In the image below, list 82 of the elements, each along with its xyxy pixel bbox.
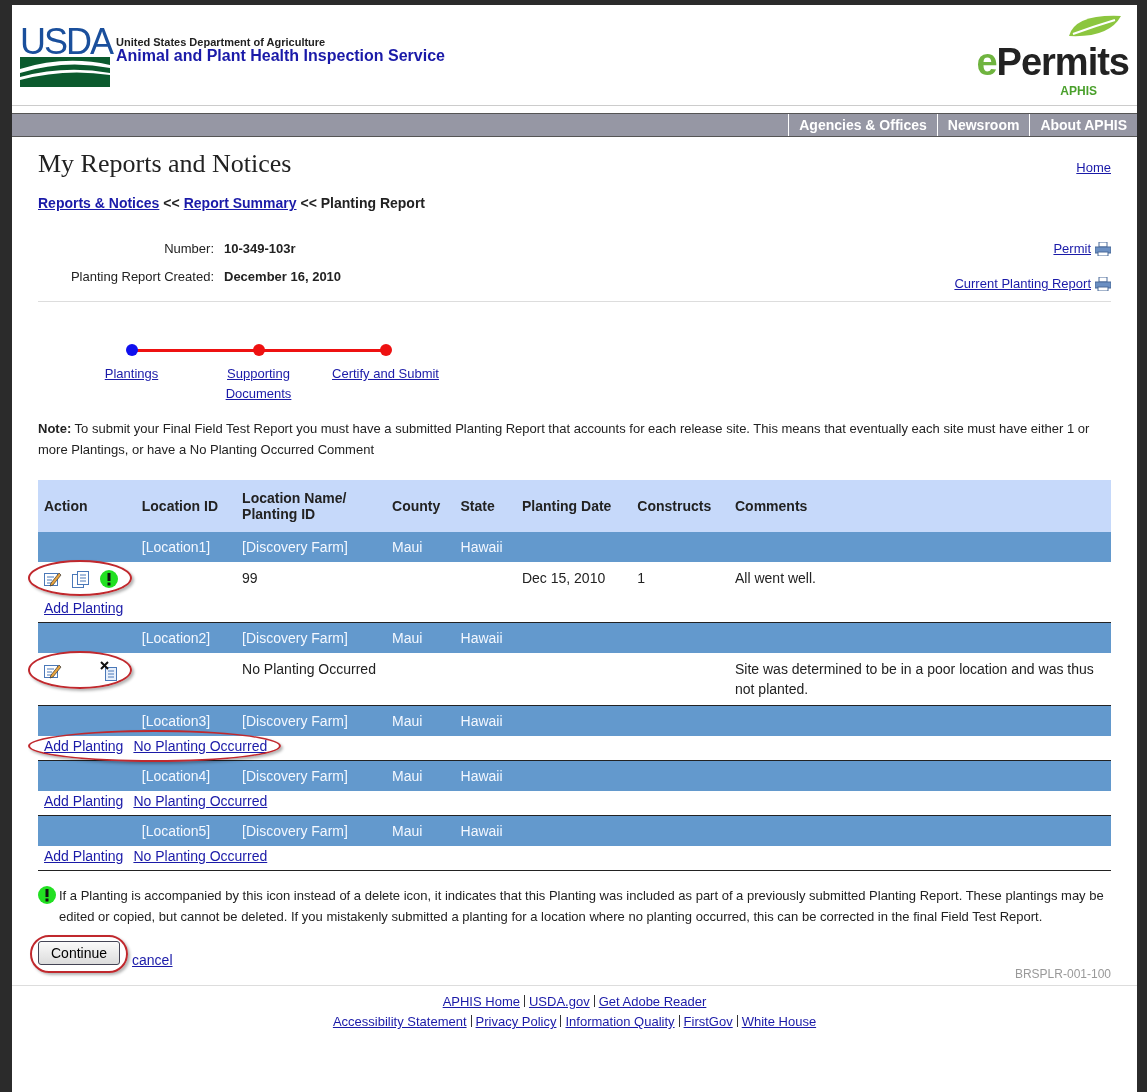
home-link[interactable]: Home	[1076, 160, 1111, 175]
location-cell: Hawaii	[454, 622, 516, 653]
location-cell: Maui	[386, 705, 455, 736]
location-cell: [Discovery Farm]	[236, 815, 387, 846]
footer-link[interactable]: Privacy Policy	[475, 1014, 557, 1029]
printer-icon[interactable]	[1095, 241, 1111, 256]
print-link[interactable]: Current Planting Report	[954, 276, 1091, 291]
breadcrumb-link[interactable]: Reports & Notices	[38, 195, 160, 211]
printer-icon[interactable]	[1095, 276, 1111, 291]
footer-link[interactable]: Accessibility Statement	[332, 1014, 467, 1029]
info-label: Number:	[163, 241, 214, 258]
breadcrumb-separator: <<	[163, 195, 180, 211]
location-cell: [Location5]	[135, 815, 237, 846]
step-dot[interactable]	[125, 344, 138, 356]
action-link[interactable]: Add Planting	[44, 848, 124, 864]
action-link[interactable]: Add Planting	[44, 600, 124, 616]
column-header: Comments	[729, 480, 1111, 532]
column-header: Location ID	[135, 480, 237, 532]
agency-name: Animal and Plant Health Inspection Service	[116, 48, 445, 64]
copy-icon[interactable]	[72, 570, 89, 588]
table-cell: 99	[236, 562, 387, 598]
footer-link[interactable]: USDA.gov	[528, 994, 590, 1009]
step-dot[interactable]	[252, 344, 265, 356]
footer-link[interactable]: Information Quality	[565, 1014, 675, 1029]
epermits-logo: ePermits APHIS	[959, 12, 1129, 98]
column-header: Constructs	[631, 480, 729, 532]
footer-link[interactable]: White House	[741, 1014, 817, 1029]
info-value: 10-349-103r	[224, 241, 297, 258]
location-cell: [Discovery Farm]	[236, 532, 387, 562]
column-header: Planting Date	[515, 480, 632, 532]
footer-link[interactable]: APHIS Home	[442, 994, 520, 1009]
exclamation-icon	[100, 570, 118, 588]
action-link[interactable]: No Planting Occurred	[133, 848, 268, 864]
column-header: State	[454, 480, 516, 532]
table-cell: Site was determined to be in a poor location and was thus not planted.	[729, 653, 1111, 706]
action-link[interactable]: Add Planting	[44, 793, 124, 809]
legend-text: If a Planting is accompanied by this icon instead of a delete icon, it indicates that this Planting was included as part of a previously submitted Planting Report. These plantings may be edited or copied, but cannot be deleted. If you mistakenly submitted a planting for a location where no planting occurred, this can be corrected in the final Field Test Report.	[59, 887, 1105, 926]
location-cell: Maui	[386, 760, 455, 791]
column-header: Location Name/ Planting ID	[236, 480, 387, 532]
location-cell: [Discovery Farm]	[236, 622, 387, 653]
location-cell: [Location1]	[135, 532, 237, 562]
cancel-link[interactable]: cancel	[132, 952, 173, 968]
page-code: BRSPLR-001-100	[1013, 967, 1111, 983]
action-link[interactable]: No Planting Occurred	[133, 738, 268, 754]
breadcrumb-current: << Planting Report	[300, 195, 425, 211]
location-cell: Maui	[386, 532, 455, 562]
delete-icon[interactable]	[100, 661, 117, 681]
location-cell: Maui	[386, 815, 455, 846]
location-cell: [Discovery Farm]	[236, 705, 387, 736]
footer-link[interactable]: Get Adobe Reader	[598, 994, 707, 1009]
page-title: My Reports and Notices	[38, 149, 292, 179]
table-cell: No Planting Occurred	[236, 653, 516, 706]
step-dot[interactable]	[379, 344, 392, 356]
location-cell: Maui	[386, 622, 455, 653]
department-name: United States Department of Agriculture	[116, 36, 326, 48]
column-header: County	[386, 480, 455, 532]
note-text: Note: To submit your Final Field Test Report you must have a submitted Planting Report that accounts for each release site. This means that eventually each site must have either 1 or more Plantings, or have a No Planting Occurred Comment	[38, 420, 1091, 459]
column-header: Action	[38, 480, 136, 532]
edit-icon[interactable]	[44, 572, 62, 587]
info-label: Planting Report Created:	[69, 268, 214, 286]
location-cell: Hawaii	[454, 760, 516, 791]
step-link[interactable]: Certify and Submit	[322, 364, 449, 384]
table-cell: 1	[631, 562, 729, 598]
info-value: December 16, 2010	[224, 268, 342, 286]
action-link[interactable]: No Planting Occurred	[133, 793, 268, 809]
location-cell: Hawaii	[454, 815, 516, 846]
location-cell: [Location2]	[135, 622, 237, 653]
print-link[interactable]: Permit	[1053, 241, 1091, 256]
step-link[interactable]: Plantings	[68, 364, 195, 384]
location-cell: [Location4]	[135, 760, 237, 791]
location-cell: Hawaii	[454, 532, 516, 562]
footer-link[interactable]: FirstGov	[683, 1014, 733, 1029]
table-cell: All went well.	[729, 562, 1111, 598]
location-cell: Hawaii	[454, 705, 516, 736]
continue-button[interactable]: Continue	[38, 941, 121, 965]
location-cell: [Discovery Farm]	[236, 760, 387, 791]
step-link[interactable]: Supporting Documents	[195, 364, 322, 404]
exclamation-icon	[38, 886, 56, 904]
breadcrumb-link[interactable]: Report Summary	[183, 195, 297, 211]
edit-icon[interactable]	[44, 664, 62, 679]
action-link[interactable]: Add Planting	[44, 738, 124, 754]
table-cell: Dec 15, 2010	[515, 562, 632, 598]
